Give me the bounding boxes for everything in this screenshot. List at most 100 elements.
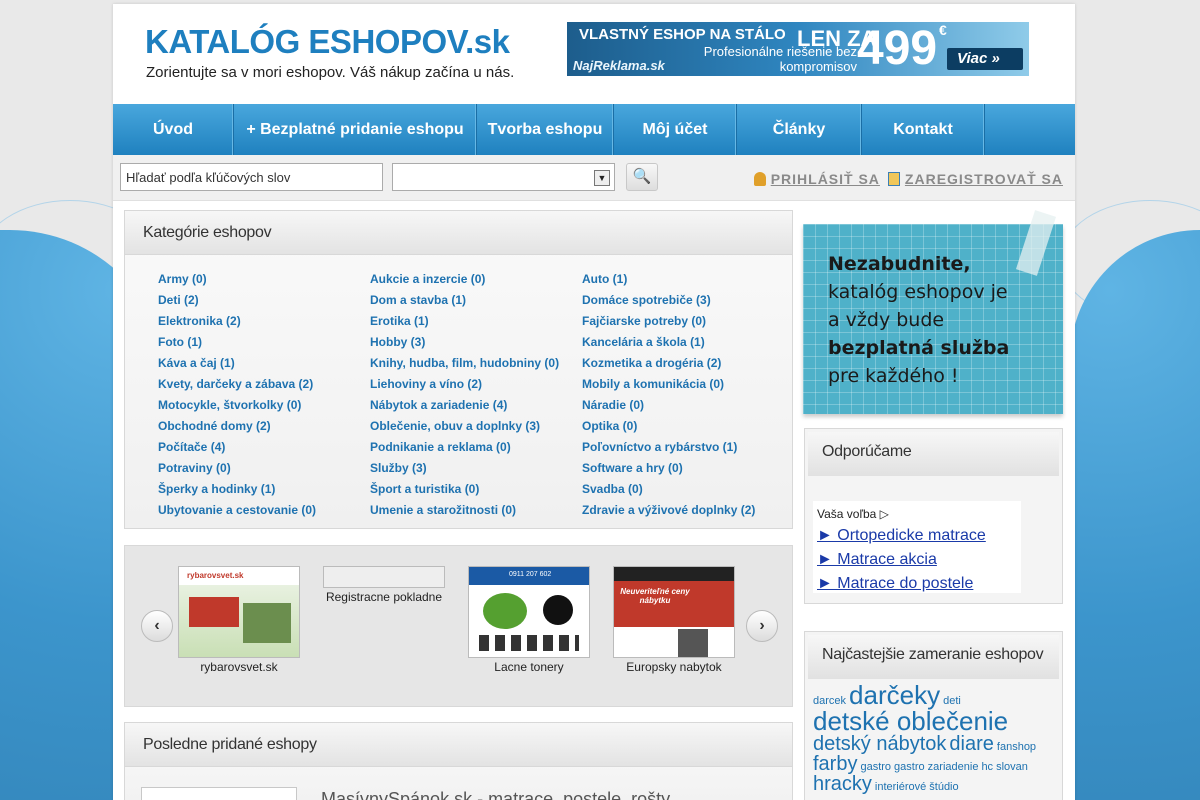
- tag-link[interactable]: slovan: [996, 762, 1028, 773]
- slider-prev-button[interactable]: ‹: [141, 610, 173, 642]
- register-link[interactable]: ZAREGISTROVAŤ SA: [887, 171, 1063, 187]
- category-link[interactable]: Dom a stavba (1): [370, 290, 559, 311]
- site-logo[interactable]: KATALÓG ESHOPOV.sk: [145, 23, 510, 61]
- category-link[interactable]: Podnikanie a reklama (0): [370, 437, 559, 458]
- login-label: PRIHLÁSIŤ SA: [770, 171, 880, 187]
- category-link[interactable]: Počítače (4): [158, 437, 316, 458]
- slide-caption: rybarovsvet.sk: [200, 660, 278, 674]
- tag-link[interactable]: štúdio: [929, 782, 958, 793]
- advertisement-banner[interactable]: VLASTNÝ ESHOP NA STÁLO Profesionálne rie…: [567, 22, 1029, 76]
- category-link[interactable]: Erotika (1): [370, 311, 559, 332]
- promo-note: Nezabudnite, katalóg eshopov je a vždy b…: [803, 210, 1063, 414]
- recent-item-title[interactable]: MasívnySpánok.sk - matrace, postele, roš…: [321, 789, 670, 800]
- category-link[interactable]: Elektronika (2): [158, 311, 316, 332]
- category-link[interactable]: Poľovníctvo a rybárstvo (1): [582, 437, 755, 458]
- ad-headline: VLASTNÝ ESHOP NA STÁLO: [579, 26, 786, 43]
- category-column: Army (0) Deti (2) Elektronika (2) Foto (1) K…: [158, 269, 316, 521]
- slider-item[interactable]: rybarovsvet.sk rybarovsvet.sk: [178, 566, 300, 674]
- ad-more-label: Viac: [957, 50, 988, 67]
- note-line: katalóg eshopov je: [828, 281, 1008, 303]
- slide-thumb-graphic: [243, 603, 291, 643]
- category-link[interactable]: Fajčiarske potreby (0): [582, 311, 755, 332]
- categories-panel: Kategórie eshopov Army (0) Deti (2) Elektr…: [124, 210, 793, 529]
- header: KATALÓG ESHOPOV.sk Zorientujte sa v mori…: [113, 4, 1075, 104]
- category-link[interactable]: Nábytok a zariadenie (4): [370, 395, 559, 416]
- category-link[interactable]: Optika (0): [582, 416, 755, 437]
- categories-title: Kategórie eshopov: [125, 211, 792, 255]
- slide-thumb-text: 0911 207 602: [509, 571, 552, 578]
- slide-thumbnail: Neuveriteľné ceny nábytku: [613, 566, 735, 658]
- category-link[interactable]: Auto (1): [582, 269, 755, 290]
- category-link[interactable]: Hobby (3): [370, 332, 559, 353]
- tag-link[interactable]: detský nábytok: [813, 734, 946, 754]
- category-link[interactable]: Domáce spotrebiče (3): [582, 290, 755, 311]
- slide-thumb-graphic: [189, 597, 239, 627]
- category-link[interactable]: Náradie (0): [582, 395, 755, 416]
- search-button[interactable]: 🔍: [626, 163, 658, 191]
- category-link[interactable]: Šport a turistika (0): [370, 479, 559, 500]
- category-link[interactable]: Kancelária a škola (1): [582, 332, 755, 353]
- category-link[interactable]: Foto (1): [158, 332, 316, 353]
- tag-link[interactable]: darčeky: [849, 682, 940, 708]
- tag-link[interactable]: fanshop: [997, 742, 1036, 753]
- recommend-link[interactable]: ► Ortopedicke matrace: [817, 527, 986, 545]
- category-link[interactable]: Kvety, darčeky a zábava (2): [158, 374, 316, 395]
- main-nav: Úvod + Bezplatné pridanie eshopu Tvorba …: [113, 104, 1075, 155]
- recommend-link[interactable]: ► Matrace akcia: [817, 551, 937, 569]
- category-link[interactable]: Zdravie a výživové doplnky (2): [582, 500, 755, 521]
- user-icon: [753, 172, 766, 186]
- category-link[interactable]: Knihy, hudba, film, hudobniny (0): [370, 353, 559, 374]
- nav-item-kontakt[interactable]: Kontakt: [862, 104, 985, 155]
- recommend-panel: Odporúčame Vaša voľba ▷ ► Ortopedicke ma…: [804, 428, 1063, 604]
- category-link[interactable]: Umenie a starožitnosti (0): [370, 500, 559, 521]
- tag-link[interactable]: hc: [981, 762, 993, 773]
- category-link[interactable]: Svadba (0): [582, 479, 755, 500]
- category-link[interactable]: Káva a čaj (1): [158, 353, 316, 374]
- category-link[interactable]: Kozmetika a drogéria (2): [582, 353, 755, 374]
- nav-item-account[interactable]: Môj účet: [614, 104, 737, 155]
- slide-thumb-text: Neuveriteľné ceny nábytku: [620, 587, 690, 605]
- search-input[interactable]: [120, 163, 383, 191]
- broken-image-icon: [323, 566, 445, 588]
- category-link[interactable]: Potraviny (0): [158, 458, 316, 479]
- slider-item[interactable]: Registracne pokladne: [323, 566, 445, 604]
- tag-link[interactable]: interiérové: [875, 782, 926, 793]
- tagline: Zorientujte sa v mori eshopov. Váš nákup…: [146, 64, 515, 81]
- category-link[interactable]: Ubytovanie a cestovanie (0): [158, 500, 316, 521]
- nav-item-clanky[interactable]: Články: [737, 104, 862, 155]
- category-link[interactable]: Služby (3): [370, 458, 559, 479]
- category-link[interactable]: Aukcie a inzercie (0): [370, 269, 559, 290]
- recommend-link[interactable]: ► Matrace do postele: [817, 575, 973, 593]
- category-link[interactable]: Šperky a hodinky (1): [158, 479, 316, 500]
- slider-item[interactable]: 0911 207 602 Lacne tonery: [468, 566, 590, 674]
- chevron-down-icon[interactable]: ▼: [594, 170, 610, 186]
- category-link[interactable]: Motocykle, štvorkolky (0): [158, 395, 316, 416]
- slider-item[interactable]: Neuveriteľné ceny nábytku Europsky nabyt…: [613, 566, 735, 674]
- nav-item-tvorba[interactable]: Tvorba eshopu: [477, 104, 614, 155]
- category-link[interactable]: Liehoviny a víno (2): [370, 374, 559, 395]
- slide-thumbnail: rybarovsvet.sk: [178, 566, 300, 658]
- slide-thumb-graphic: [543, 595, 573, 625]
- category-select[interactable]: ▼: [392, 163, 615, 191]
- recent-thumbnail[interactable]: [141, 787, 297, 800]
- tag-link[interactable]: gastro zariadenie: [894, 762, 978, 773]
- category-link[interactable]: Obchodné domy (2): [158, 416, 316, 437]
- tag-link[interactable]: detské oblečenie: [813, 708, 1008, 734]
- nav-item-uvod[interactable]: Úvod: [113, 104, 234, 155]
- ad-currency: €: [939, 22, 947, 38]
- note-line: a vždy bude: [828, 309, 945, 331]
- tag-link[interactable]: diare: [949, 734, 993, 754]
- tag-link[interactable]: farby: [813, 754, 857, 774]
- tag-link[interactable]: gastro: [860, 762, 891, 773]
- category-link[interactable]: Software a hry (0): [582, 458, 755, 479]
- category-link[interactable]: Army (0): [158, 269, 316, 290]
- ad-more-button[interactable]: Viac »: [947, 48, 1023, 70]
- category-link[interactable]: Mobily a komunikácia (0): [582, 374, 755, 395]
- slider-next-button[interactable]: ›: [746, 610, 778, 642]
- nav-item-add-eshop[interactable]: + Bezplatné pridanie eshopu: [234, 104, 477, 155]
- ad-choices-icon[interactable]: ▷: [880, 507, 889, 521]
- tag-link[interactable]: hracky: [813, 774, 872, 794]
- category-link[interactable]: Deti (2): [158, 290, 316, 311]
- category-link[interactable]: Oblečenie, obuv a doplnky (3): [370, 416, 559, 437]
- login-link[interactable]: PRIHLÁSIŤ SA: [753, 171, 880, 187]
